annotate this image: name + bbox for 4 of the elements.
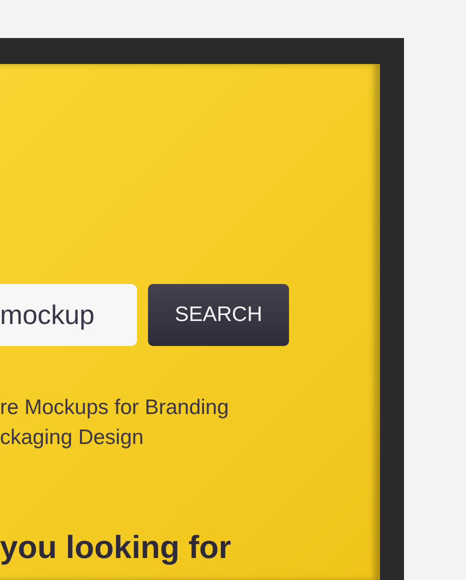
- heading-text: you looking for: [0, 528, 232, 566]
- search-button[interactable]: SEARCH: [148, 284, 289, 346]
- search-field[interactable]: mockup: [0, 284, 137, 346]
- subtitle-text: re Mockups for Branding ckaging Design: [0, 395, 229, 451]
